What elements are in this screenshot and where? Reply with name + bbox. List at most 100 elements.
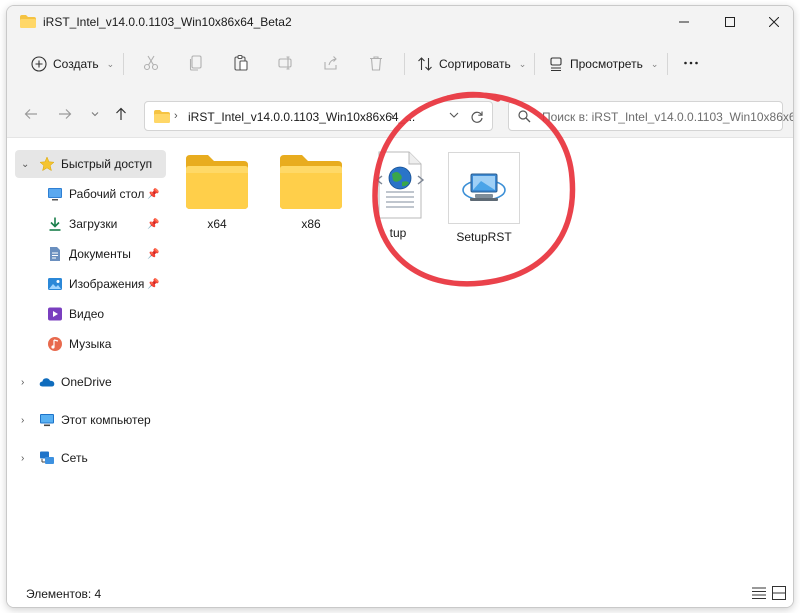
- toolbar-divider: [667, 53, 668, 75]
- file-name: x64: [207, 217, 227, 231]
- chevron-right-icon[interactable]: ›: [21, 453, 31, 464]
- network-icon: [40, 451, 54, 464]
- status-bar: Элементов: 4: [7, 579, 793, 607]
- minimize-icon: [679, 21, 689, 23]
- sidebar-item-desktop[interactable]: Рабочий стол 📌: [7, 180, 167, 208]
- minimize-button[interactable]: [661, 6, 707, 38]
- explorer-window: iRST_Intel_v14.0.0.1103_Win10x86x64_Beta…: [6, 5, 794, 608]
- chevron-right-icon[interactable]: ›: [21, 377, 31, 388]
- sidebar-item-label: Этот компьютер: [61, 413, 151, 427]
- chevron-down-icon: [449, 112, 459, 118]
- sidebar-item-documents[interactable]: Документы 📌: [7, 240, 167, 268]
- maximize-button[interactable]: [707, 6, 753, 38]
- music-icon: [48, 337, 62, 351]
- chevron-down-icon[interactable]: ⌄: [21, 159, 31, 170]
- file-thumbnail: [448, 152, 520, 224]
- chevron-down-icon: [91, 112, 99, 117]
- create-button[interactable]: Создать ⌄: [31, 51, 114, 77]
- sidebar-item-label: Изображения: [69, 277, 145, 291]
- refresh-button[interactable]: [466, 107, 488, 127]
- sidebar-item-pictures[interactable]: Изображения 📌: [7, 270, 167, 298]
- sidebar-item-onedrive[interactable]: › OneDrive: [7, 368, 167, 396]
- folder-icon: [186, 155, 248, 209]
- chevron-down-icon: ⌄: [650, 58, 659, 69]
- sidebar-item-label: Видео: [69, 307, 105, 321]
- sidebar-item-label: Рабочий стол: [69, 187, 145, 201]
- file-name: x86: [301, 217, 321, 231]
- sidebar-item-downloads[interactable]: Загрузки 📌: [7, 210, 167, 238]
- file-item-x86[interactable]: x86: [271, 153, 351, 231]
- download-icon: [49, 217, 61, 231]
- close-button[interactable]: [751, 6, 793, 38]
- copy-icon: [189, 55, 202, 71]
- folder-icon: [280, 155, 342, 209]
- sidebar-item-label: Загрузки: [69, 217, 118, 231]
- recent-locations-button[interactable]: [85, 104, 105, 124]
- pin-icon: 📌: [147, 278, 160, 290]
- navigation-pane: ⌄ Быстрый доступ Рабочий стол 📌 Загрузки: [7, 139, 175, 575]
- up-button[interactable]: [111, 104, 131, 124]
- xml-document-icon: [375, 151, 425, 219]
- delete-icon: [370, 56, 382, 71]
- sidebar-item-music[interactable]: Музыка: [7, 330, 167, 358]
- desktop-icon: [48, 188, 62, 201]
- cut-button[interactable]: [140, 52, 162, 74]
- list-view-icon: [752, 587, 766, 599]
- paste-button[interactable]: [230, 52, 252, 74]
- more-button[interactable]: [680, 52, 702, 74]
- delete-button[interactable]: [365, 52, 387, 74]
- search-placeholder: Поиск в: iRST_Intel_v14.0.0.1103_Win10x8…: [542, 110, 794, 124]
- address-dropdown-button[interactable]: [448, 109, 460, 124]
- search-icon: [518, 110, 531, 123]
- address-row: › iRST_Intel_v14.0.0.1103_Win10x86x64_..…: [7, 88, 793, 138]
- file-name: SetupRST: [456, 230, 512, 244]
- file-item-setup-xml[interactable]: tup: [358, 150, 438, 240]
- plus-circle-icon: [31, 56, 47, 72]
- forward-button[interactable]: [55, 104, 75, 124]
- view-button[interactable]: Просмотреть ⌄: [548, 51, 658, 77]
- search-box[interactable]: Поиск в: iRST_Intel_v14.0.0.1103_Win10x8…: [508, 101, 793, 131]
- tiles-view-icon: [772, 586, 786, 600]
- details-view-button[interactable]: [750, 585, 768, 601]
- large-icons-view-button[interactable]: [770, 585, 788, 601]
- pin-icon: 📌: [147, 248, 160, 260]
- view-icon: [550, 57, 562, 72]
- back-button[interactable]: [21, 104, 41, 124]
- video-icon: [48, 307, 62, 321]
- breadcrumb-path[interactable]: iRST_Intel_v14.0.0.1103_Win10x86x64_...: [188, 110, 415, 124]
- command-bar: Создать ⌄ Сортировать ⌄ Просмотреть ⌄: [7, 38, 793, 88]
- toolbar-divider: [123, 53, 124, 75]
- chevron-right-icon[interactable]: ›: [21, 415, 31, 426]
- sidebar-item-label: OneDrive: [61, 375, 112, 389]
- sidebar-item-network[interactable]: › Сеть: [7, 444, 167, 472]
- installer-monitor-icon: [462, 173, 506, 201]
- file-item-x64[interactable]: x64: [177, 153, 257, 231]
- sidebar-item-label: Быстрый доступ: [61, 157, 153, 171]
- sidebar-item-quick-access[interactable]: ⌄ Быстрый доступ: [15, 150, 166, 178]
- sidebar-item-video[interactable]: Видео: [7, 300, 167, 328]
- sort-button[interactable]: Сортировать ⌄: [417, 51, 526, 77]
- share-icon: [324, 56, 337, 70]
- breadcrumb-chevron-icon[interactable]: ›: [174, 110, 178, 122]
- maximize-icon: [725, 17, 735, 27]
- pictures-icon: [48, 278, 62, 290]
- sidebar-item-label: Музыка: [69, 337, 112, 351]
- computer-icon: [40, 414, 54, 427]
- cut-icon: [143, 55, 159, 71]
- file-item-setuprst[interactable]: SetupRST: [447, 152, 521, 244]
- sort-label: Сортировать: [439, 57, 511, 71]
- title-bar[interactable]: iRST_Intel_v14.0.0.1103_Win10x86x64_Beta…: [7, 6, 793, 38]
- chevron-down-icon: ⌄: [106, 58, 115, 69]
- share-button[interactable]: [320, 52, 342, 74]
- folder-icon: [154, 110, 170, 123]
- rename-button[interactable]: [275, 52, 297, 74]
- copy-button[interactable]: [185, 52, 207, 74]
- sort-icon: [418, 57, 432, 71]
- folder-icon: [20, 15, 36, 28]
- arrow-up-icon: [116, 107, 126, 120]
- view-label: Просмотреть: [570, 57, 643, 71]
- pin-icon: 📌: [147, 218, 160, 230]
- address-bar[interactable]: › iRST_Intel_v14.0.0.1103_Win10x86x64_..…: [144, 101, 493, 131]
- sidebar-item-this-pc[interactable]: › Этот компьютер: [7, 406, 167, 434]
- breadcrumb-chevron-icon[interactable]: ›: [390, 110, 394, 122]
